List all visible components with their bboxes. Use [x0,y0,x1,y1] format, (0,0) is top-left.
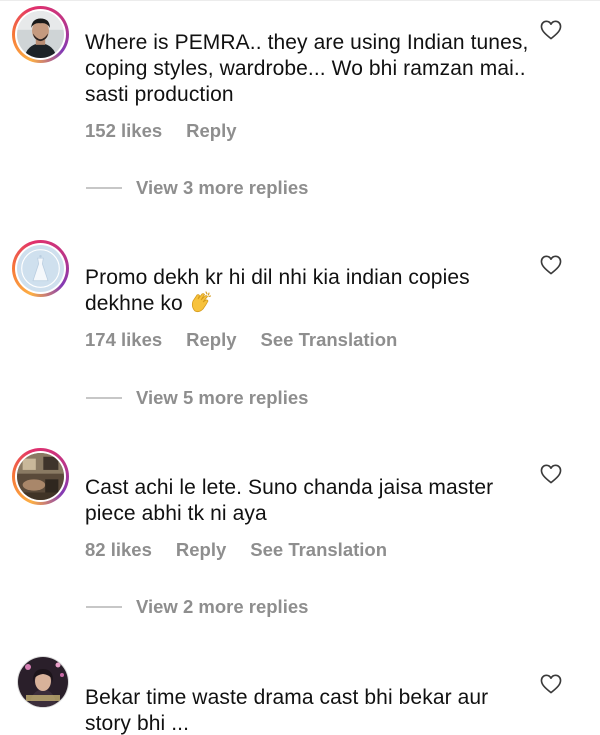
replies-divider [86,187,122,189]
view-replies-button[interactable]: View 5 more replies [86,386,308,410]
avatar[interactable] [17,656,69,708]
heart-outline-icon[interactable] [540,674,562,694]
reply-button[interactable]: Reply [186,329,236,350]
top-divider [0,0,600,1]
replies-divider [86,606,122,608]
comment-text: Promo dekh kr hi dil nhi kia indian copi… [85,265,535,317]
avatar[interactable] [12,448,69,505]
avatar[interactable] [12,240,69,297]
likes-count[interactable]: 174 likes [85,329,162,350]
heart-outline-icon[interactable] [540,464,562,484]
dress-logo-avatar-icon [17,245,64,292]
man-portrait-avatar-icon [17,11,64,58]
comment-meta: 152 likes Reply [85,120,261,142]
room-photo-avatar-icon [17,453,64,500]
see-translation-button[interactable]: See Translation [250,539,387,560]
comment-text: Cast achi le lete. Suno chanda jaisa mas… [85,476,494,525]
heart-outline-icon[interactable] [540,20,562,40]
likes-count[interactable]: 152 likes [85,120,162,141]
comment-meta: 174 likes Reply See Translation [85,329,421,351]
comment-text: Bekar time waste drama cast bhi bekar au… [85,686,489,735]
see-translation-button[interactable]: See Translation [261,329,398,350]
heart-outline-icon[interactable] [540,255,562,275]
reply-button[interactable]: Reply [186,120,236,141]
view-replies-button[interactable]: View 2 more replies [86,595,308,619]
woman-portrait-avatar-icon [18,657,68,707]
replies-divider [86,397,122,399]
comment-text-content: Promo dekh kr hi dil nhi kia indian copi… [85,266,470,315]
comment-text: Where is PEMRA.. they are using Indian t… [85,31,529,106]
comment-meta: 82 likes Reply See Translation [85,539,411,561]
view-replies-label[interactable]: View 5 more replies [136,387,308,409]
avatar[interactable] [12,6,69,63]
likes-count[interactable]: 82 likes [85,539,152,560]
reply-button[interactable]: Reply [176,539,226,560]
view-replies-label[interactable]: View 2 more replies [136,596,308,618]
view-replies-label[interactable]: View 3 more replies [136,177,308,199]
view-replies-button[interactable]: View 3 more replies [86,176,308,200]
clapping-hands-emoji-icon [191,291,211,313]
